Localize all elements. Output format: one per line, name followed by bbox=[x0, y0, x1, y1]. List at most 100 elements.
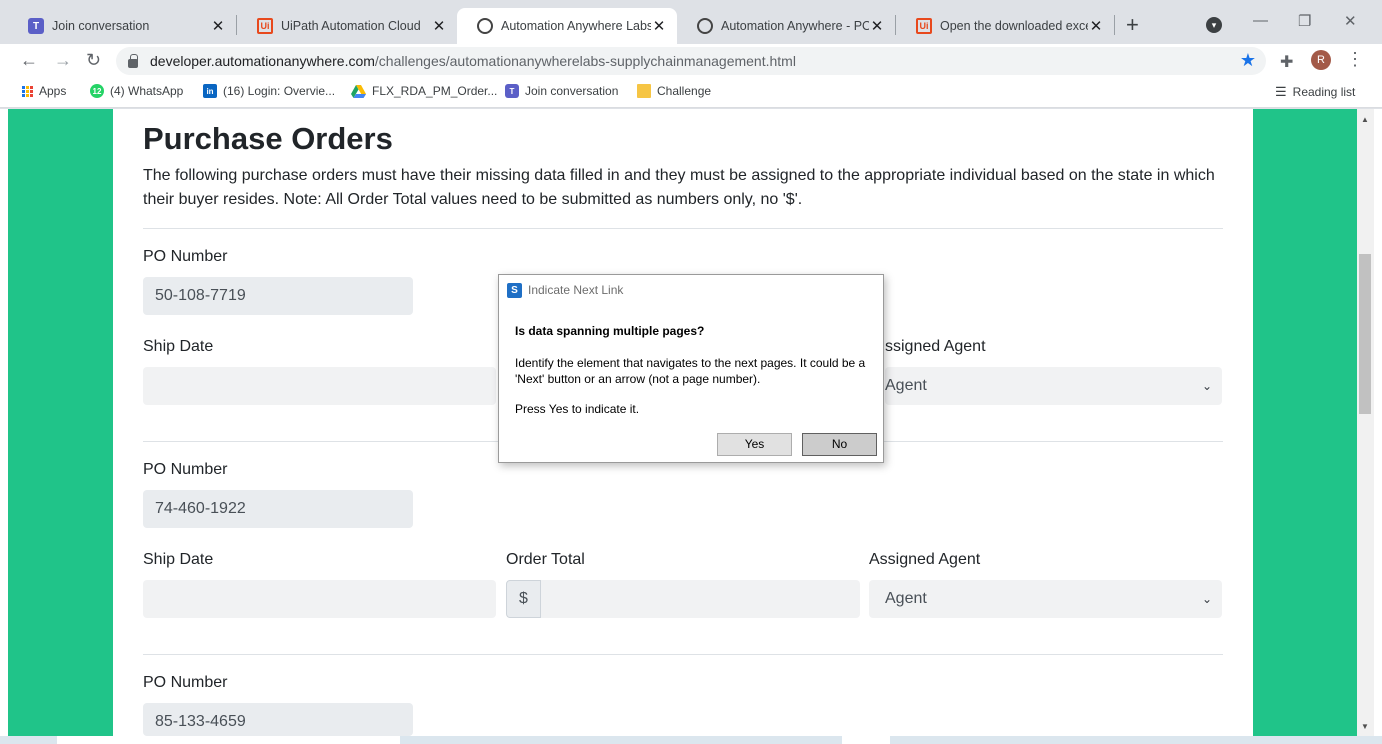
reading-list-icon: ☰ bbox=[1275, 84, 1287, 99]
agent-select-value: Agent bbox=[885, 377, 927, 394]
taskbar-segment bbox=[57, 736, 400, 744]
teams-icon: T bbox=[505, 84, 519, 98]
order-total-label: Order Total bbox=[506, 551, 585, 568]
green-side-panel-left bbox=[8, 109, 113, 736]
bookmark-label: FLX_RDA_PM_Order... bbox=[372, 84, 498, 98]
back-arrow-icon[interactable]: ← bbox=[20, 50, 38, 71]
extensions-puzzle-icon[interactable]: ✚ bbox=[1280, 52, 1293, 72]
reading-list-label: Reading list bbox=[1292, 85, 1356, 99]
agent-select-value: Agent bbox=[885, 590, 927, 607]
reading-list[interactable]: ☰ Reading list bbox=[1275, 84, 1355, 100]
po-number-field[interactable]: 74-460-1922 bbox=[143, 490, 413, 528]
tab-separator bbox=[1114, 15, 1115, 35]
close-icon[interactable]: ✕ bbox=[651, 17, 667, 35]
scroll-up-arrow-icon[interactable]: ▲ bbox=[1361, 115, 1369, 124]
dialog-description: Identify the element that navigates to t… bbox=[515, 356, 866, 386]
bookmark-apps[interactable]: Apps bbox=[22, 84, 66, 98]
chevron-down-icon: ⌄ bbox=[1201, 379, 1212, 393]
dialog-titlebar[interactable]: S Indicate Next Link bbox=[499, 275, 883, 305]
bookmark-linkedin[interactable]: in (16) Login: Overvie... bbox=[203, 84, 335, 98]
profile-avatar[interactable]: R bbox=[1311, 50, 1331, 70]
bookmarks-bar: Apps 12 (4) WhatsApp in (16) Login: Over… bbox=[0, 78, 1382, 108]
po-number-label: PO Number bbox=[143, 461, 228, 478]
tab-uipath-cloud[interactable]: Ui UiPath Automation Cloud ✕ bbox=[237, 8, 457, 44]
tab-title: Automation Anywhere Labs - bbox=[501, 19, 651, 33]
po-number-label: PO Number bbox=[143, 674, 228, 691]
page-scrollbar[interactable]: ▲ ▼ bbox=[1357, 109, 1374, 736]
tab-search-chevron-icon[interactable]: ▾ bbox=[1206, 17, 1222, 33]
taskbar-segment bbox=[842, 736, 890, 744]
globe-icon bbox=[697, 18, 713, 34]
bookmark-join-conversation[interactable]: T Join conversation bbox=[505, 84, 618, 98]
scrollbar-thumb[interactable] bbox=[1359, 254, 1371, 414]
currency-addon: $ bbox=[506, 580, 541, 618]
bookmark-challenge[interactable]: Challenge bbox=[637, 84, 711, 98]
dialog-body: Is data spanning multiple pages? Identif… bbox=[515, 323, 875, 417]
assigned-agent-label: Assigned Agent bbox=[869, 551, 981, 568]
ship-date-input[interactable] bbox=[143, 367, 496, 405]
bookmark-label: (4) WhatsApp bbox=[110, 84, 184, 98]
uipath-studio-icon: S bbox=[507, 282, 522, 298]
teams-icon: T bbox=[28, 18, 44, 34]
taskbar-peek bbox=[0, 736, 1382, 744]
lock-icon[interactable] bbox=[128, 53, 138, 68]
po-number-field[interactable]: 85-133-4659 bbox=[143, 703, 413, 736]
green-side-panel-right bbox=[1253, 109, 1357, 736]
po-number-field[interactable]: 50-108-7719 bbox=[143, 277, 413, 315]
browser-toolbar: ← → ↻ developer.automationanywhere.com/c… bbox=[0, 44, 1382, 78]
minimize-icon[interactable]: — bbox=[1253, 12, 1268, 29]
tab-join-conversation[interactable]: T Join conversation ✕ bbox=[8, 8, 236, 44]
assigned-agent-select[interactable]: Agent ⌄ bbox=[869, 580, 1222, 618]
url-host: developer.automationanywhere.com bbox=[150, 53, 375, 69]
tab-strip: T Join conversation ✕ Ui UiPath Automati… bbox=[0, 0, 1382, 44]
tab-open-downloaded-excel[interactable]: Ui Open the downloaded excel ( ✕ bbox=[896, 8, 1114, 44]
bookmark-label: Apps bbox=[39, 84, 67, 98]
folder-icon bbox=[637, 84, 651, 98]
assigned-agent-label: ssigned Agent bbox=[885, 338, 986, 355]
uipath-icon: Ui bbox=[257, 18, 273, 34]
tab-title: Join conversation bbox=[52, 19, 150, 33]
url-path: /challenges/automationanywherelabs-suppl… bbox=[374, 53, 796, 69]
new-tab-plus-icon[interactable]: + bbox=[1126, 12, 1139, 38]
no-button[interactable]: No bbox=[802, 433, 877, 456]
google-drive-icon bbox=[351, 84, 366, 98]
ship-date-label: Ship Date bbox=[143, 338, 214, 355]
scroll-down-arrow-icon[interactable]: ▼ bbox=[1361, 722, 1369, 731]
bookmark-whatsapp[interactable]: 12 (4) WhatsApp bbox=[90, 84, 183, 98]
apps-grid-icon bbox=[22, 85, 33, 97]
uipath-icon: Ui bbox=[916, 18, 932, 34]
yes-button[interactable]: Yes bbox=[717, 433, 792, 456]
tab-title: Automation Anywhere - PO T bbox=[721, 19, 869, 33]
ship-date-input[interactable] bbox=[143, 580, 496, 618]
tab-title: UiPath Automation Cloud bbox=[281, 19, 421, 33]
menu-dots-icon[interactable]: ⋮ bbox=[1346, 49, 1364, 70]
assigned-agent-select[interactable]: Agent ⌄ bbox=[885, 367, 1222, 405]
dialog-question: Is data spanning multiple pages? bbox=[515, 324, 705, 338]
restore-icon[interactable]: ❐ bbox=[1298, 12, 1311, 30]
close-icon[interactable]: ✕ bbox=[1088, 17, 1104, 35]
bookmark-star-icon[interactable]: ★ bbox=[1240, 50, 1256, 71]
dialog-title: Indicate Next Link bbox=[528, 283, 624, 297]
ship-date-label: Ship Date bbox=[143, 551, 214, 568]
page-title: Purchase Orders bbox=[143, 121, 393, 156]
address-bar[interactable]: developer.automationanywhere.com/challen… bbox=[116, 47, 1266, 75]
tab-title: Open the downloaded excel ( bbox=[940, 19, 1088, 33]
bookmark-label: (16) Login: Overvie... bbox=[223, 84, 336, 98]
forward-arrow-icon[interactable]: → bbox=[54, 50, 72, 71]
order-total-input[interactable] bbox=[541, 580, 860, 618]
globe-icon bbox=[477, 18, 493, 34]
close-icon[interactable]: ✕ bbox=[431, 17, 447, 35]
bookmark-label: Challenge bbox=[657, 84, 712, 98]
intro-text: The following purchase orders must have … bbox=[143, 167, 1215, 208]
indicate-next-link-dialog: S Indicate Next Link Is data spanning mu… bbox=[498, 274, 884, 463]
close-icon[interactable]: ✕ bbox=[869, 17, 885, 35]
tab-automation-anywhere-po[interactable]: Automation Anywhere - PO T ✕ bbox=[677, 8, 895, 44]
po-number-label: PO Number bbox=[143, 248, 228, 265]
bookmark-flx-rda[interactable]: FLX_RDA_PM_Order... bbox=[351, 84, 497, 98]
divider bbox=[143, 228, 1223, 229]
reload-icon[interactable]: ↻ bbox=[86, 50, 101, 71]
tab-automation-anywhere-labs[interactable]: Automation Anywhere Labs - ✕ bbox=[457, 8, 677, 44]
linkedin-icon: in bbox=[203, 84, 217, 98]
close-icon[interactable]: ✕ bbox=[210, 17, 226, 35]
window-close-icon[interactable]: ✕ bbox=[1344, 12, 1357, 30]
